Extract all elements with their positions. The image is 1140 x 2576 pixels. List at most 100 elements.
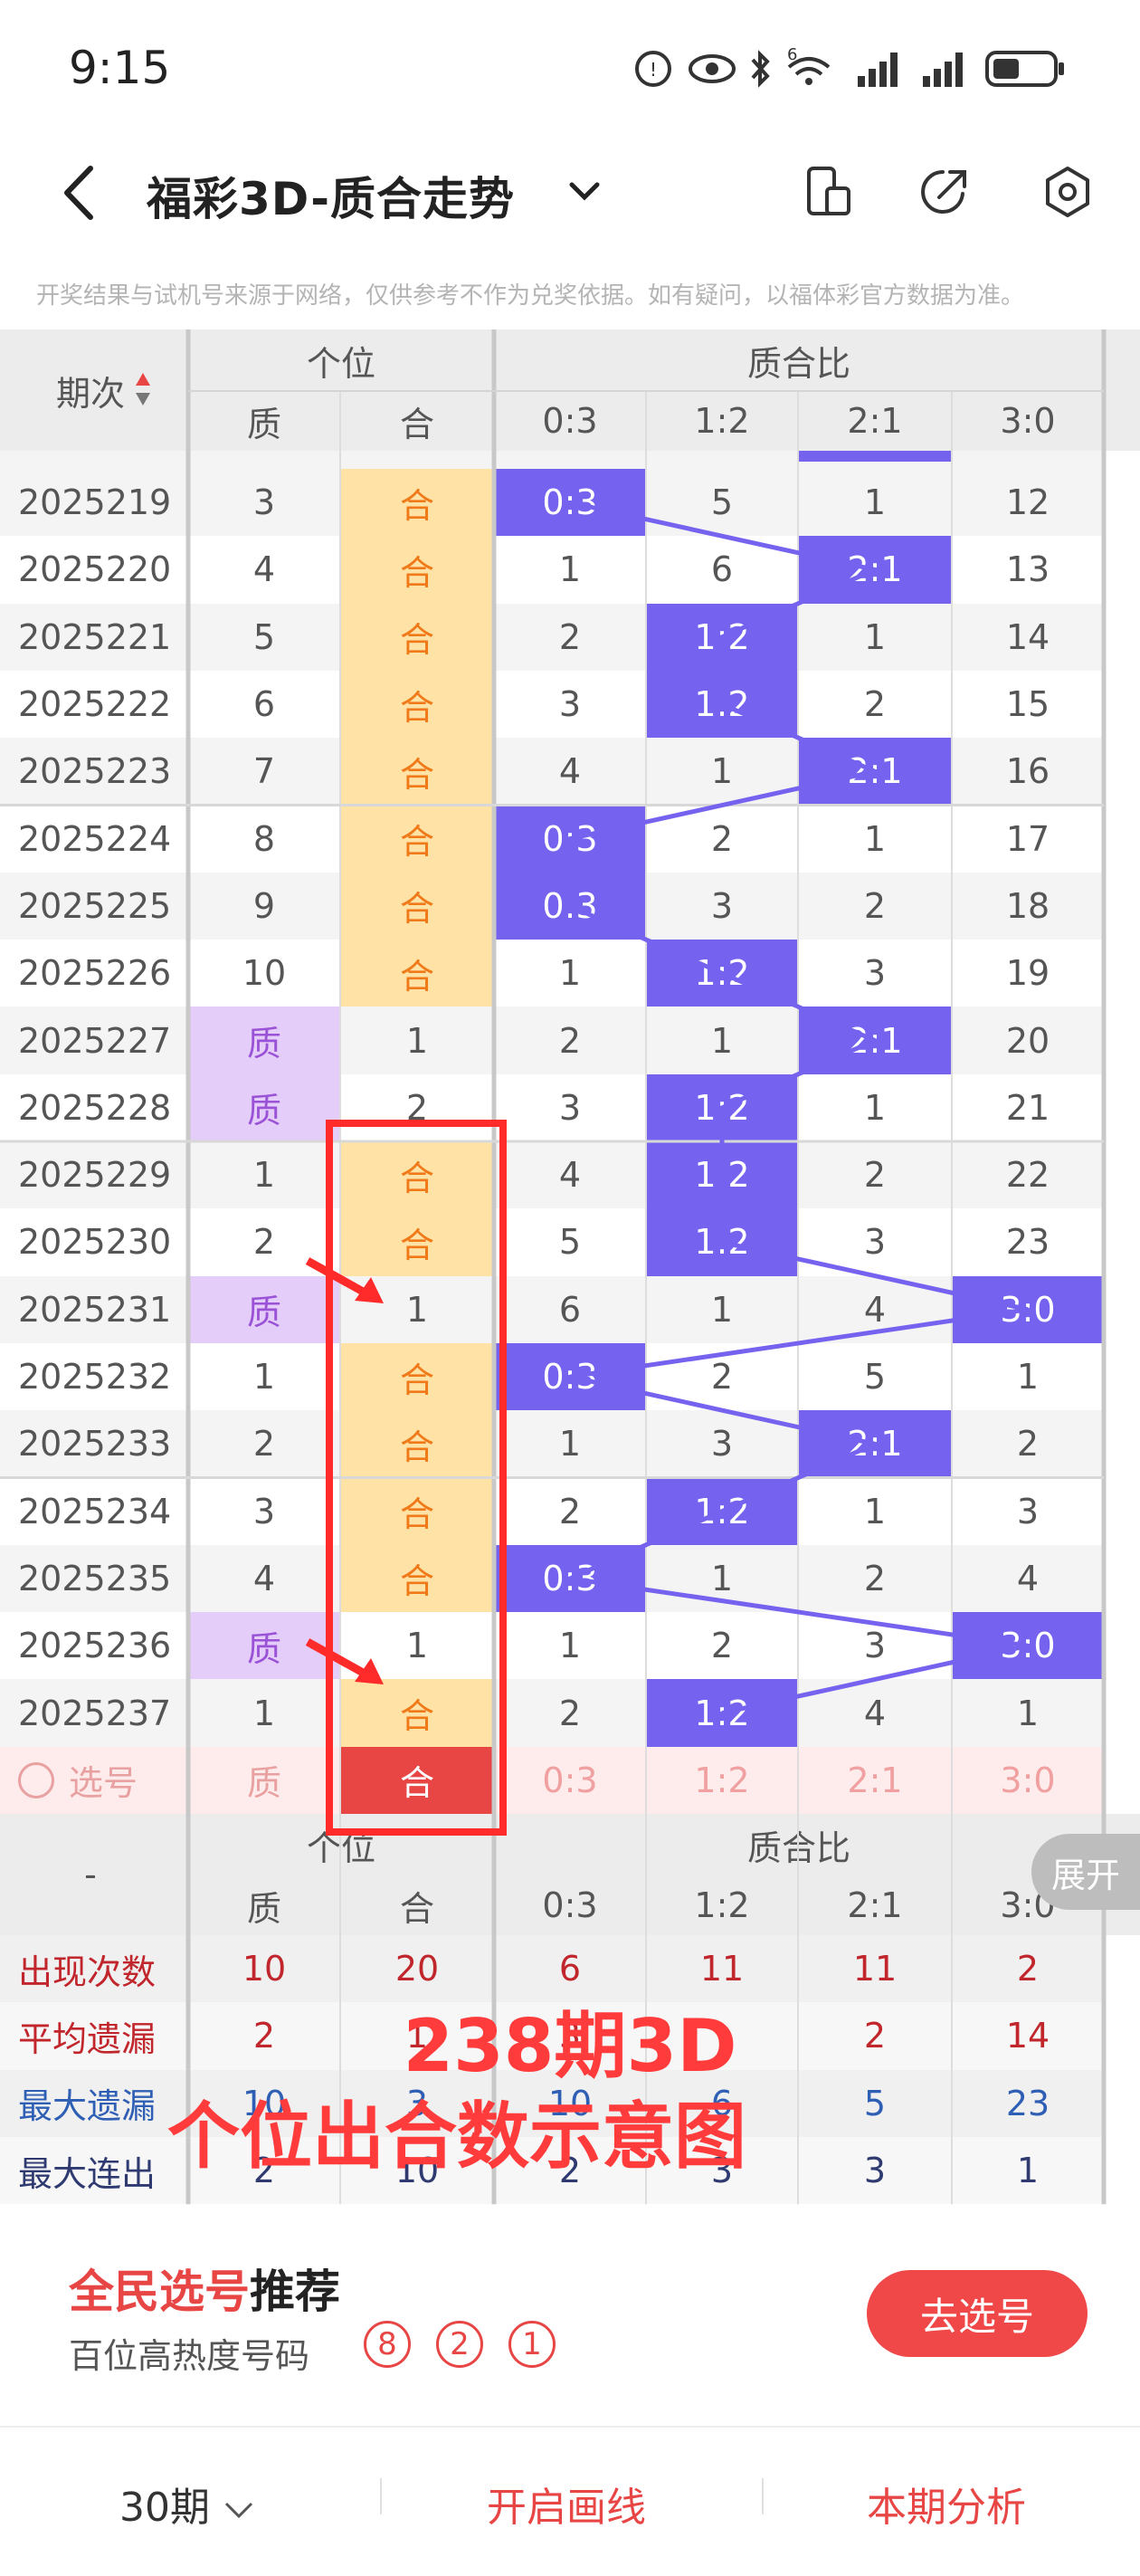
digit-zhi-cell: 4 [252, 1558, 276, 1598]
group-header-ratio: 质合比 [746, 343, 850, 384]
period-cell: 2025235 [18, 1558, 172, 1598]
digit-zhi-cell: 8 [252, 818, 276, 859]
ratio-cell: 2 [558, 1491, 582, 1531]
footer-group-ratio: 质合比 [746, 1827, 850, 1868]
ratio-cell: 4 [1016, 1558, 1040, 1598]
draw-line-button[interactable]: 开启画线 [487, 2475, 646, 2533]
select-row-label[interactable]: 选号 [0, 1747, 188, 1814]
digit-he-cell: 合 [340, 1410, 494, 1478]
digit-zhi-cell: 1 [252, 1357, 276, 1398]
digit-he-cell: 合 [340, 1477, 494, 1545]
sub-header-ratio: 3:0 [1000, 401, 1056, 441]
ratio-cell: 0:3 [494, 1342, 646, 1411]
digit-he-cell: 1 [405, 1289, 429, 1330]
sub-header-ratio: 1:2 [694, 401, 750, 441]
ratio-cell: 21 [1005, 1087, 1050, 1128]
ratio-cell: 1 [863, 616, 887, 657]
ratio-cell: 13 [1005, 549, 1050, 590]
period-analysis-button[interactable]: 本期分析 [867, 2475, 1026, 2533]
period-cell: 2025222 [18, 684, 172, 725]
select-ratio[interactable]: 1:2 [646, 1747, 798, 1814]
ratio-cell: 1:2 [646, 1477, 798, 1545]
ratio-cell: 1 [863, 1087, 887, 1128]
period-cell: 2025226 [18, 953, 172, 994]
ratio-cell: 2 [863, 1155, 887, 1196]
digit-zhi-cell: 质 [188, 1612, 340, 1680]
go-select-button[interactable]: 去选号 [867, 2270, 1088, 2357]
period-cell: 2025220 [18, 549, 172, 590]
select-he-selected[interactable]: 合 [340, 1746, 494, 1814]
ratio-cell: 23 [1005, 1222, 1050, 1263]
settings-gear-icon[interactable] [1039, 163, 1097, 221]
ratio-cell: 2 [558, 1020, 582, 1061]
col-header-period[interactable]: 期次 [0, 329, 181, 451]
recommend-title: 全民选号推荐 [69, 2256, 340, 2321]
share-icon[interactable] [916, 163, 974, 221]
stats-value: 1 [1016, 2151, 1040, 2191]
eye-protection-icon [689, 54, 736, 83]
digit-he-cell: 合 [340, 805, 494, 873]
disclaimer-text: 开奖结果与试机号来源于网络，仅供参考不作为兑奖依据。如有疑问，以福体彩官方数据为… [36, 282, 1025, 310]
digit-he-cell: 合 [340, 1342, 494, 1411]
ratio-cell: 1 [710, 1020, 734, 1061]
period-cell: 2025236 [18, 1626, 172, 1666]
sub-header-ratio: 0:3 [542, 401, 598, 441]
ratio-cell: 1 [558, 549, 582, 590]
radio-circle-icon[interactable] [18, 1761, 54, 1798]
period-cell: 2025228 [18, 1087, 172, 1128]
footer-sub-digit: 合 [399, 1888, 434, 1929]
divider [380, 2478, 382, 2514]
sub-header-digit: 合 [399, 404, 434, 444]
period-cell: 2025231 [18, 1289, 172, 1330]
period-cell: 2025237 [18, 1693, 172, 1733]
ratio-cell: 14 [1005, 616, 1050, 657]
ratio-cell: 2 [863, 885, 887, 926]
sort-icon[interactable] [134, 371, 152, 407]
period-count-select[interactable]: 30期 [119, 2475, 255, 2533]
chevron-down-icon[interactable] [566, 174, 603, 210]
digit-zhi-cell: 1 [252, 1155, 276, 1196]
period-cell: 2025225 [18, 885, 172, 926]
ratio-cell: 1 [863, 818, 887, 859]
page-title[interactable]: 福彩3D-质合走势 [147, 163, 515, 228]
select-zhi[interactable]: 质 [188, 1747, 340, 1814]
recommend-title-suffix: 推荐 [250, 2266, 340, 2318]
ratio-cell: 2 [863, 684, 887, 725]
expand-button[interactable]: 展开 [1031, 1834, 1140, 1910]
ratio-cell: 1:2 [646, 1679, 798, 1747]
svg-text:!: ! [650, 59, 657, 81]
battery-icon [985, 51, 1064, 87]
digit-zhi-cell: 质 [188, 1073, 340, 1141]
device-switch-icon[interactable] [800, 163, 858, 221]
ratio-cell: 0:3 [494, 1544, 646, 1613]
period-cell: 2025224 [18, 818, 172, 859]
ratio-cell: 0:3 [494, 872, 646, 940]
select-ratio[interactable]: 3:0 [952, 1747, 1104, 1814]
overlay-title-line2: 个位出合数示意图 [167, 2094, 746, 2179]
divider [762, 2478, 764, 2514]
select-ratio[interactable]: 0:3 [494, 1747, 646, 1814]
digit-zhi-cell: 3 [252, 482, 276, 523]
digit-zhi-cell: 5 [252, 616, 276, 657]
ratio-cell: 1 [863, 482, 887, 523]
recommend-title-brand: 全民选号 [69, 2266, 250, 2318]
digit-he-cell: 2 [405, 1087, 429, 1128]
tiktok-notification-icon: ! [635, 51, 671, 87]
back-arrow-icon[interactable] [54, 161, 109, 224]
ratio-cell: 2:1 [798, 738, 952, 806]
digit-he-cell: 合 [340, 1544, 494, 1613]
ratio-cell: 5 [863, 1357, 887, 1398]
footer-sub-ratio: 1:2 [694, 1885, 750, 1925]
select-ratio[interactable]: 2:1 [798, 1747, 952, 1814]
period-cell: 2025233 [18, 1424, 172, 1465]
ratio-cell: 1 [558, 1626, 582, 1666]
ratio-cell: 3 [863, 953, 887, 994]
ratio-cell: 20 [1005, 1020, 1050, 1061]
period-cell: 2025227 [18, 1020, 172, 1061]
ratio-cell: 3:0 [952, 1275, 1104, 1343]
network-label: 6 [787, 45, 798, 64]
ratio-cell: 2:1 [798, 1410, 952, 1478]
ratio-cell: 1 [558, 1424, 582, 1465]
ratio-cell: 4 [558, 751, 582, 792]
ratio-cell: 2 [558, 1693, 582, 1733]
